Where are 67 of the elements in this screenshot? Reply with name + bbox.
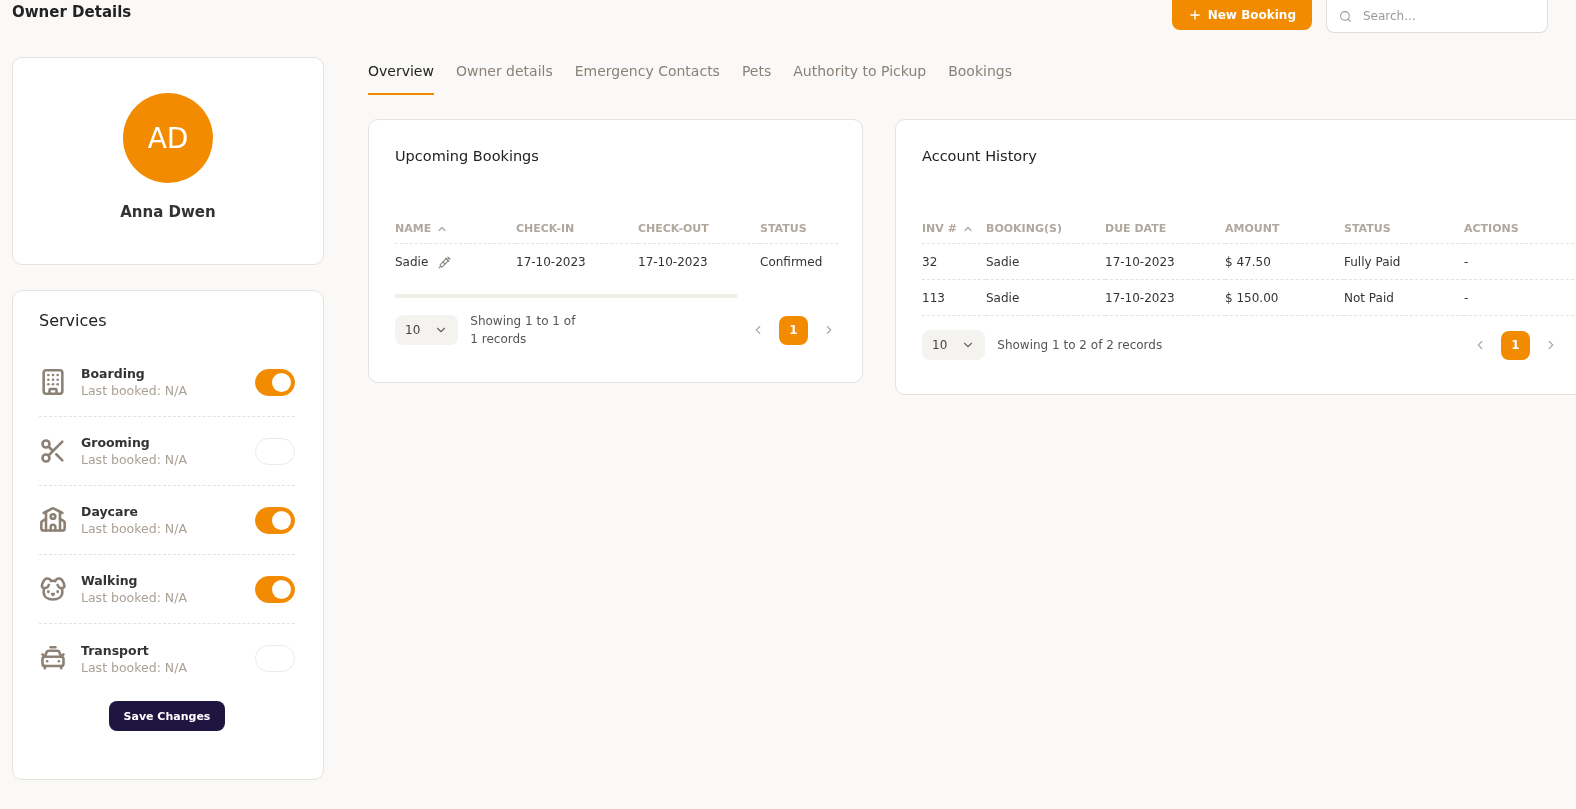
column-header[interactable]: CHECK-IN <box>516 214 638 244</box>
records-count: Showing 1 to 1 of 1 records <box>470 313 577 348</box>
records-count: Showing 1 to 2 of 2 records <box>997 337 1164 354</box>
table-cell: Sadie <box>395 244 516 280</box>
column-header[interactable]: NAME <box>395 214 516 244</box>
column-header[interactable]: AMOUNT <box>1225 214 1344 244</box>
table-cell: Fully Paid <box>1344 244 1464 280</box>
page-size-select[interactable]: 10 <box>922 330 986 360</box>
search-icon <box>1339 10 1352 23</box>
service-name: Transport <box>81 642 150 658</box>
tab[interactable]: Owner details <box>455 63 553 95</box>
table-cell-text: Confirmed <box>760 254 824 271</box>
syringe-icon <box>438 255 452 269</box>
table-cell: Sadie <box>986 244 1105 280</box>
page-size-select[interactable]: 10 <box>395 315 459 345</box>
table-cell: $ 47.50 <box>1225 244 1344 280</box>
column-header[interactable]: CHECK-OUT <box>638 214 760 244</box>
last-booked: Last booked: N/A <box>81 521 188 536</box>
building-icon <box>39 368 67 396</box>
service-name: Boarding <box>81 366 146 381</box>
column-header[interactable]: STATUS <box>760 214 838 244</box>
avatar: AD <box>123 93 213 183</box>
save-changes-button[interactable]: Save Changes <box>108 701 226 731</box>
table-cell: Not Paid <box>1344 280 1464 316</box>
table-cell: 32 <box>922 244 986 280</box>
toggle-switch[interactable] <box>255 575 295 603</box>
new-booking-button[interactable]: New Booking <box>1171 0 1312 30</box>
tab[interactable]: Authority to Pickup <box>793 63 927 95</box>
last-booked: Last booked: N/A <box>81 590 188 605</box>
toggle-switch[interactable] <box>255 506 295 534</box>
tab[interactable]: Bookings <box>948 63 1012 95</box>
table-cell: Sadie <box>986 280 1105 316</box>
column-header[interactable]: STATUS <box>1344 214 1464 244</box>
owner-name: Anna Dwen <box>120 203 216 221</box>
card-title: Account History <box>922 148 1038 164</box>
table-cell: 17-10-2023 <box>1105 280 1225 316</box>
school-building-icon <box>39 506 67 534</box>
search-field[interactable]: Search... <box>1326 0 1548 33</box>
scissors-icon <box>39 437 67 465</box>
table-cell: 17-10-2023 <box>1105 244 1225 280</box>
page-button[interactable]: 1 <box>1501 330 1530 360</box>
last-booked: Last booked: N/A <box>81 659 188 675</box>
tab[interactable]: Pets <box>741 63 772 95</box>
tab[interactable]: Emergency Contacts <box>574 63 720 95</box>
table-cell: $ 150.00 <box>1225 280 1344 316</box>
page-button[interactable]: 1 <box>779 315 808 345</box>
table-cell-text: 17-10-2023 <box>516 254 587 271</box>
column-header[interactable]: ACTIONS <box>1464 214 1576 244</box>
dog-icon <box>39 575 67 603</box>
plus-icon <box>1187 8 1202 22</box>
service-name: Walking <box>81 573 139 588</box>
last-booked: Last booked: N/A <box>81 452 188 467</box>
table-cell: - <box>1464 280 1576 316</box>
card-title: Upcoming Bookings <box>395 148 540 164</box>
column-header[interactable]: INV # <box>922 214 986 244</box>
toggle-switch[interactable] <box>255 368 295 396</box>
column-header[interactable]: DUE DATE <box>1105 214 1225 244</box>
last-booked: Last booked: N/A <box>81 383 188 398</box>
column-header[interactable]: BOOKING(S) <box>986 214 1105 244</box>
services-title: Services <box>39 311 108 330</box>
tab[interactable]: Overview <box>368 63 434 95</box>
table-cell: 113 <box>922 280 986 316</box>
service-name: Daycare <box>81 504 140 519</box>
table-cell-text: 17-10-2023 <box>638 254 709 271</box>
table-cell: - <box>1464 244 1576 280</box>
service-name: Grooming <box>81 435 151 450</box>
page-title: Owner Details <box>12 3 132 21</box>
